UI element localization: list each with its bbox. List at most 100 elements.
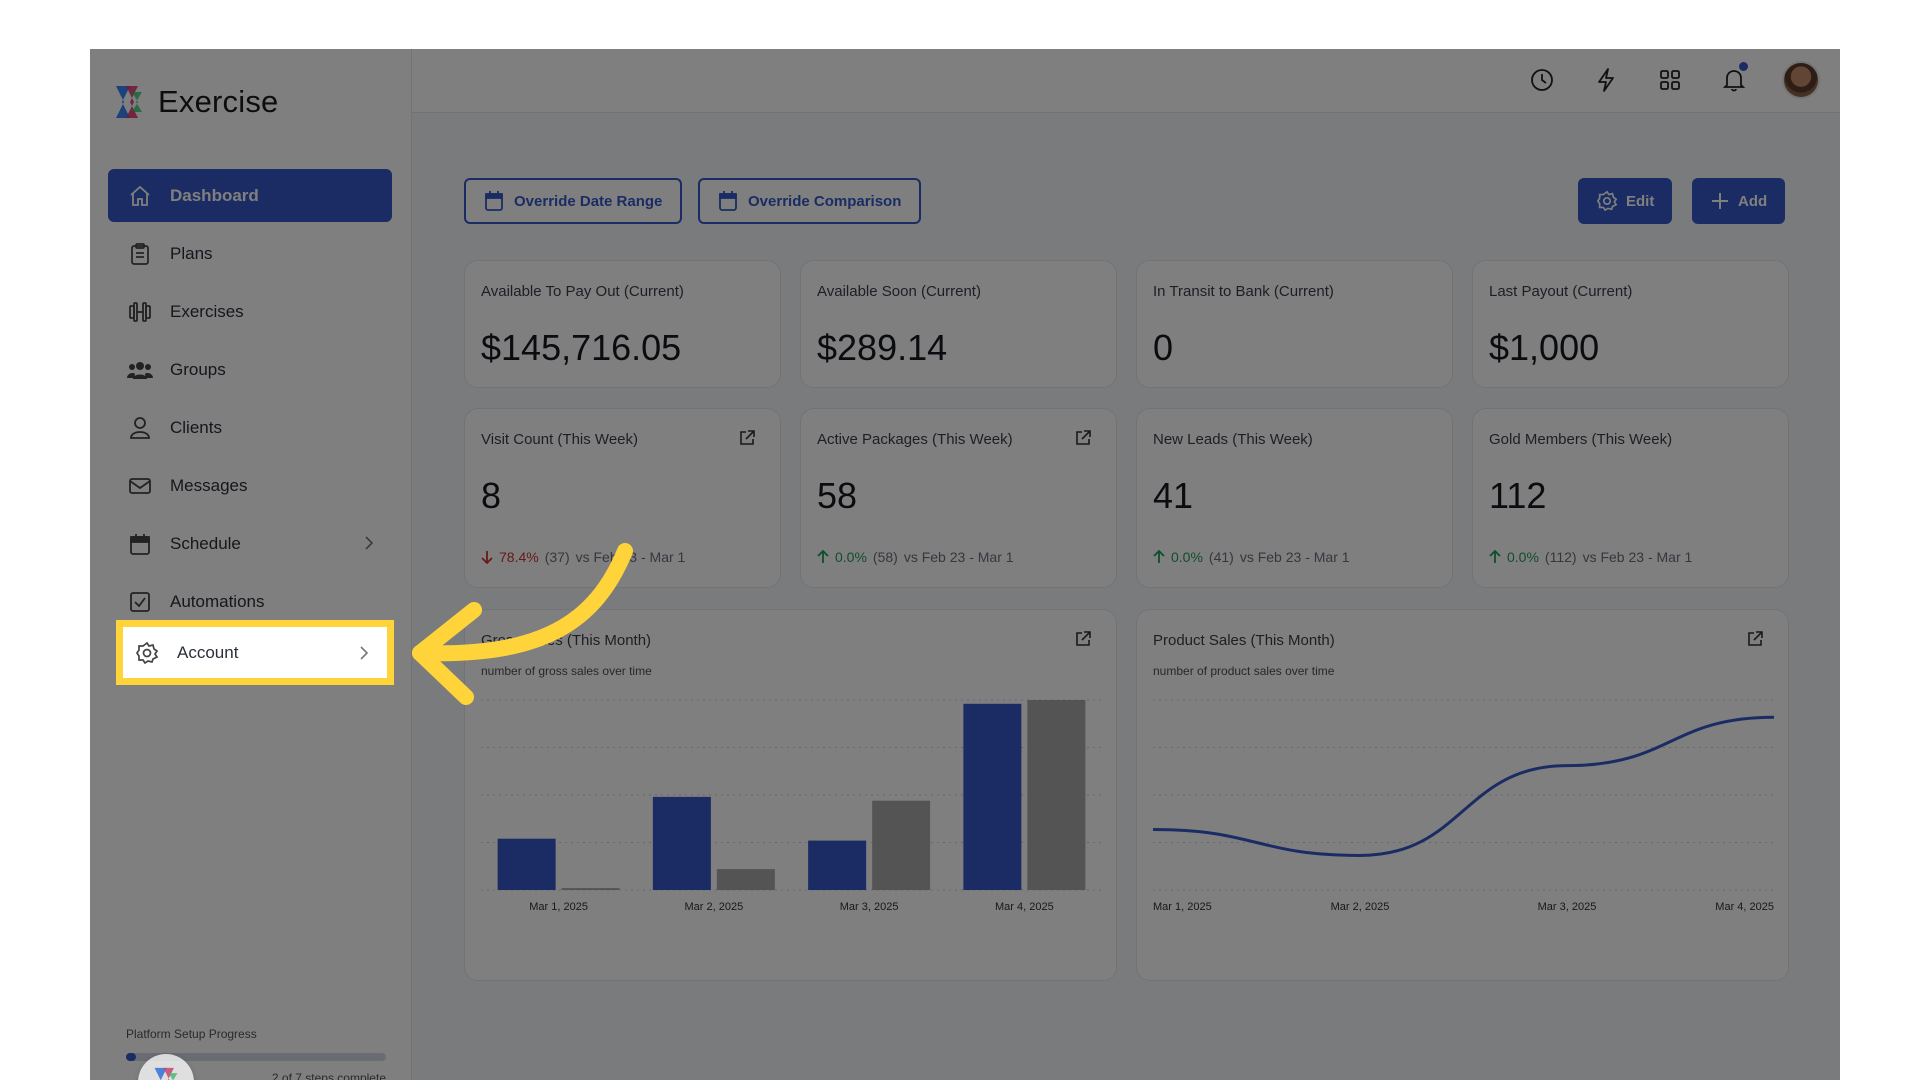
bar [561,888,620,890]
override-date-range-label: Override Date Range [514,192,663,210]
stat-comparison: 0.0% (58) vs Feb 23 - Mar 1 [817,549,1014,565]
app-window: Exercise Dashboard Plans Exercises Group… [90,49,1840,1080]
sidebar-item-label: Automations [170,591,265,611]
logo-icon [116,86,142,118]
logo-icon [154,1067,178,1080]
override-date-range-button[interactable]: Override Date Range [464,178,683,224]
bar [497,838,556,890]
stat-card[interactable]: Last Payout (Current) $1,000 [1472,260,1789,388]
brand-name: Exercise [158,84,279,119]
stat-comparison: 78.4% (37) vs Feb 23 - Mar 1 [481,549,685,565]
avatar[interactable] [1782,61,1820,99]
stat-label: Last Payout (Current) [1489,283,1633,300]
bar [808,840,867,890]
override-comparison-button[interactable]: Override Comparison [698,178,922,224]
sidebar-item-account[interactable]: Account [116,620,394,685]
sidebar-item-schedule[interactable]: Schedule [108,517,392,570]
stat-pct: 0.0% [1507,549,1539,565]
arrow-up-icon [817,550,829,563]
stat-card-weekly[interactable]: Active Packages (This Week) 58 0.0% (58)… [800,408,1117,588]
stat-pct: 0.0% [1171,549,1203,565]
gear-icon [1596,190,1618,212]
stat-card-weekly[interactable]: Visit Count (This Week) 8 78.4% (37) vs … [464,408,781,588]
stat-comparison: 0.0% (41) vs Feb 23 - Mar 1 [1153,549,1350,565]
stat-card[interactable]: In Transit to Bank (Current) 0 [1136,260,1453,388]
external-link-icon[interactable] [1074,429,1092,452]
arrow-up-icon [1489,550,1501,563]
stat-value: 58 [817,475,858,516]
sidebar-item-clients[interactable]: Clients [108,401,392,454]
product-sales-chart-card[interactable]: Product Sales (This Month) number of pro… [1136,609,1789,981]
sidebar-item-label: Plans [170,243,213,263]
stat-card[interactable]: Available To Pay Out (Current) $145,716.… [464,260,781,388]
stat-label: Available To Pay Out (Current) [481,283,684,300]
product-sales-line-chart: Mar 1, 2025 Mar 2, 2025 Mar 3, 2025 Mar 4, … [1152,699,1775,913]
bar [652,796,711,890]
x-tick-label: Mar 4, 2025 [995,901,1054,913]
x-tick-label: Mar 1, 2025 [1153,901,1212,913]
stat-label: Available Soon (Current) [817,283,981,300]
bar [1027,700,1086,890]
stat-label: Active Packages (This Week) [817,431,1013,448]
stat-prev: (37) [544,549,570,565]
checkbox-icon [126,588,154,616]
brand[interactable]: Exercise [112,84,278,120]
stat-label: Visit Count (This Week) [481,431,638,448]
gross-sales-chart-card[interactable]: Gross Sales (This Month) number of gross… [464,609,1117,981]
clock-icon[interactable] [1526,64,1558,96]
sidebar-item-label: Messages [170,475,248,495]
home-icon [126,182,154,210]
stat-label: New Leads (This Week) [1153,431,1313,448]
bar [716,869,775,890]
clipboard-icon [126,240,154,268]
sidebar: Exercise Dashboard Plans Exercises Group… [90,49,412,1080]
lightning-icon[interactable] [1590,64,1622,96]
stat-pct: 78.4% [499,549,539,565]
stat-card-weekly[interactable]: New Leads (This Week) 41 0.0% (41) vs Fe… [1136,408,1453,588]
topbar-actions [1526,61,1820,99]
user-icon [126,414,154,442]
stat-pct: 0.0% [835,549,867,565]
sidebar-item-messages[interactable]: Messages [108,459,392,512]
bell-icon[interactable] [1718,62,1750,96]
external-link-icon[interactable] [738,429,756,452]
x-tick-label: Mar 3, 2025 [840,901,899,913]
sidebar-nav: Dashboard Plans Exercises Groups Clients… [108,169,392,633]
stat-vs: vs Feb 23 - Mar 1 [575,549,686,565]
stat-value: 8 [481,475,502,516]
users-icon [126,356,154,384]
gear-icon [133,639,161,667]
calendar-icon [126,530,154,558]
stat-value: $1,000 [1489,327,1600,368]
edit-button[interactable]: Edit [1578,178,1673,224]
edit-label: Edit [1626,192,1655,210]
progress-label: Platform Setup Progress [126,1027,257,1041]
bar [963,703,1022,890]
add-label: Add [1738,192,1768,210]
gross-sales-bar-chart: Mar 1, 2025 Mar 2, 2025 Mar 3, 2025 Mar 4, … [481,699,1102,913]
stat-value: $145,716.05 [481,327,682,368]
sidebar-item-label: Dashboard [170,185,259,205]
stat-prev: (58) [872,549,898,565]
x-tick-label: Mar 3, 2025 [1538,901,1597,913]
sidebar-item-label: Account [177,642,239,662]
apps-grid-icon[interactable] [1654,64,1686,96]
stat-prev: (41) [1208,549,1234,565]
stat-card-weekly[interactable]: Gold Members (This Week) 112 0.0% (112) … [1472,408,1789,588]
plus-icon [1712,193,1728,209]
stat-label: In Transit to Bank (Current) [1153,283,1334,300]
sidebar-item-dashboard[interactable]: Dashboard [108,169,392,222]
stat-value: 112 [1489,475,1547,516]
add-button[interactable]: Add [1692,178,1786,224]
sidebar-item-groups[interactable]: Groups [108,343,392,396]
chevron-right-icon [364,535,374,556]
dumbbell-icon [126,298,154,326]
stat-label: Gold Members (This Week) [1489,431,1673,448]
stat-comparison: 0.0% (112) vs Feb 23 - Mar 1 [1489,549,1692,565]
sidebar-item-plans[interactable]: Plans [108,227,392,280]
sidebar-item-label: Clients [170,417,222,437]
topbar [412,49,1840,113]
stat-card[interactable]: Available Soon (Current) $289.14 [800,260,1117,388]
sidebar-item-exercises[interactable]: Exercises [108,285,392,338]
sidebar-item-label: Schedule [170,533,241,553]
